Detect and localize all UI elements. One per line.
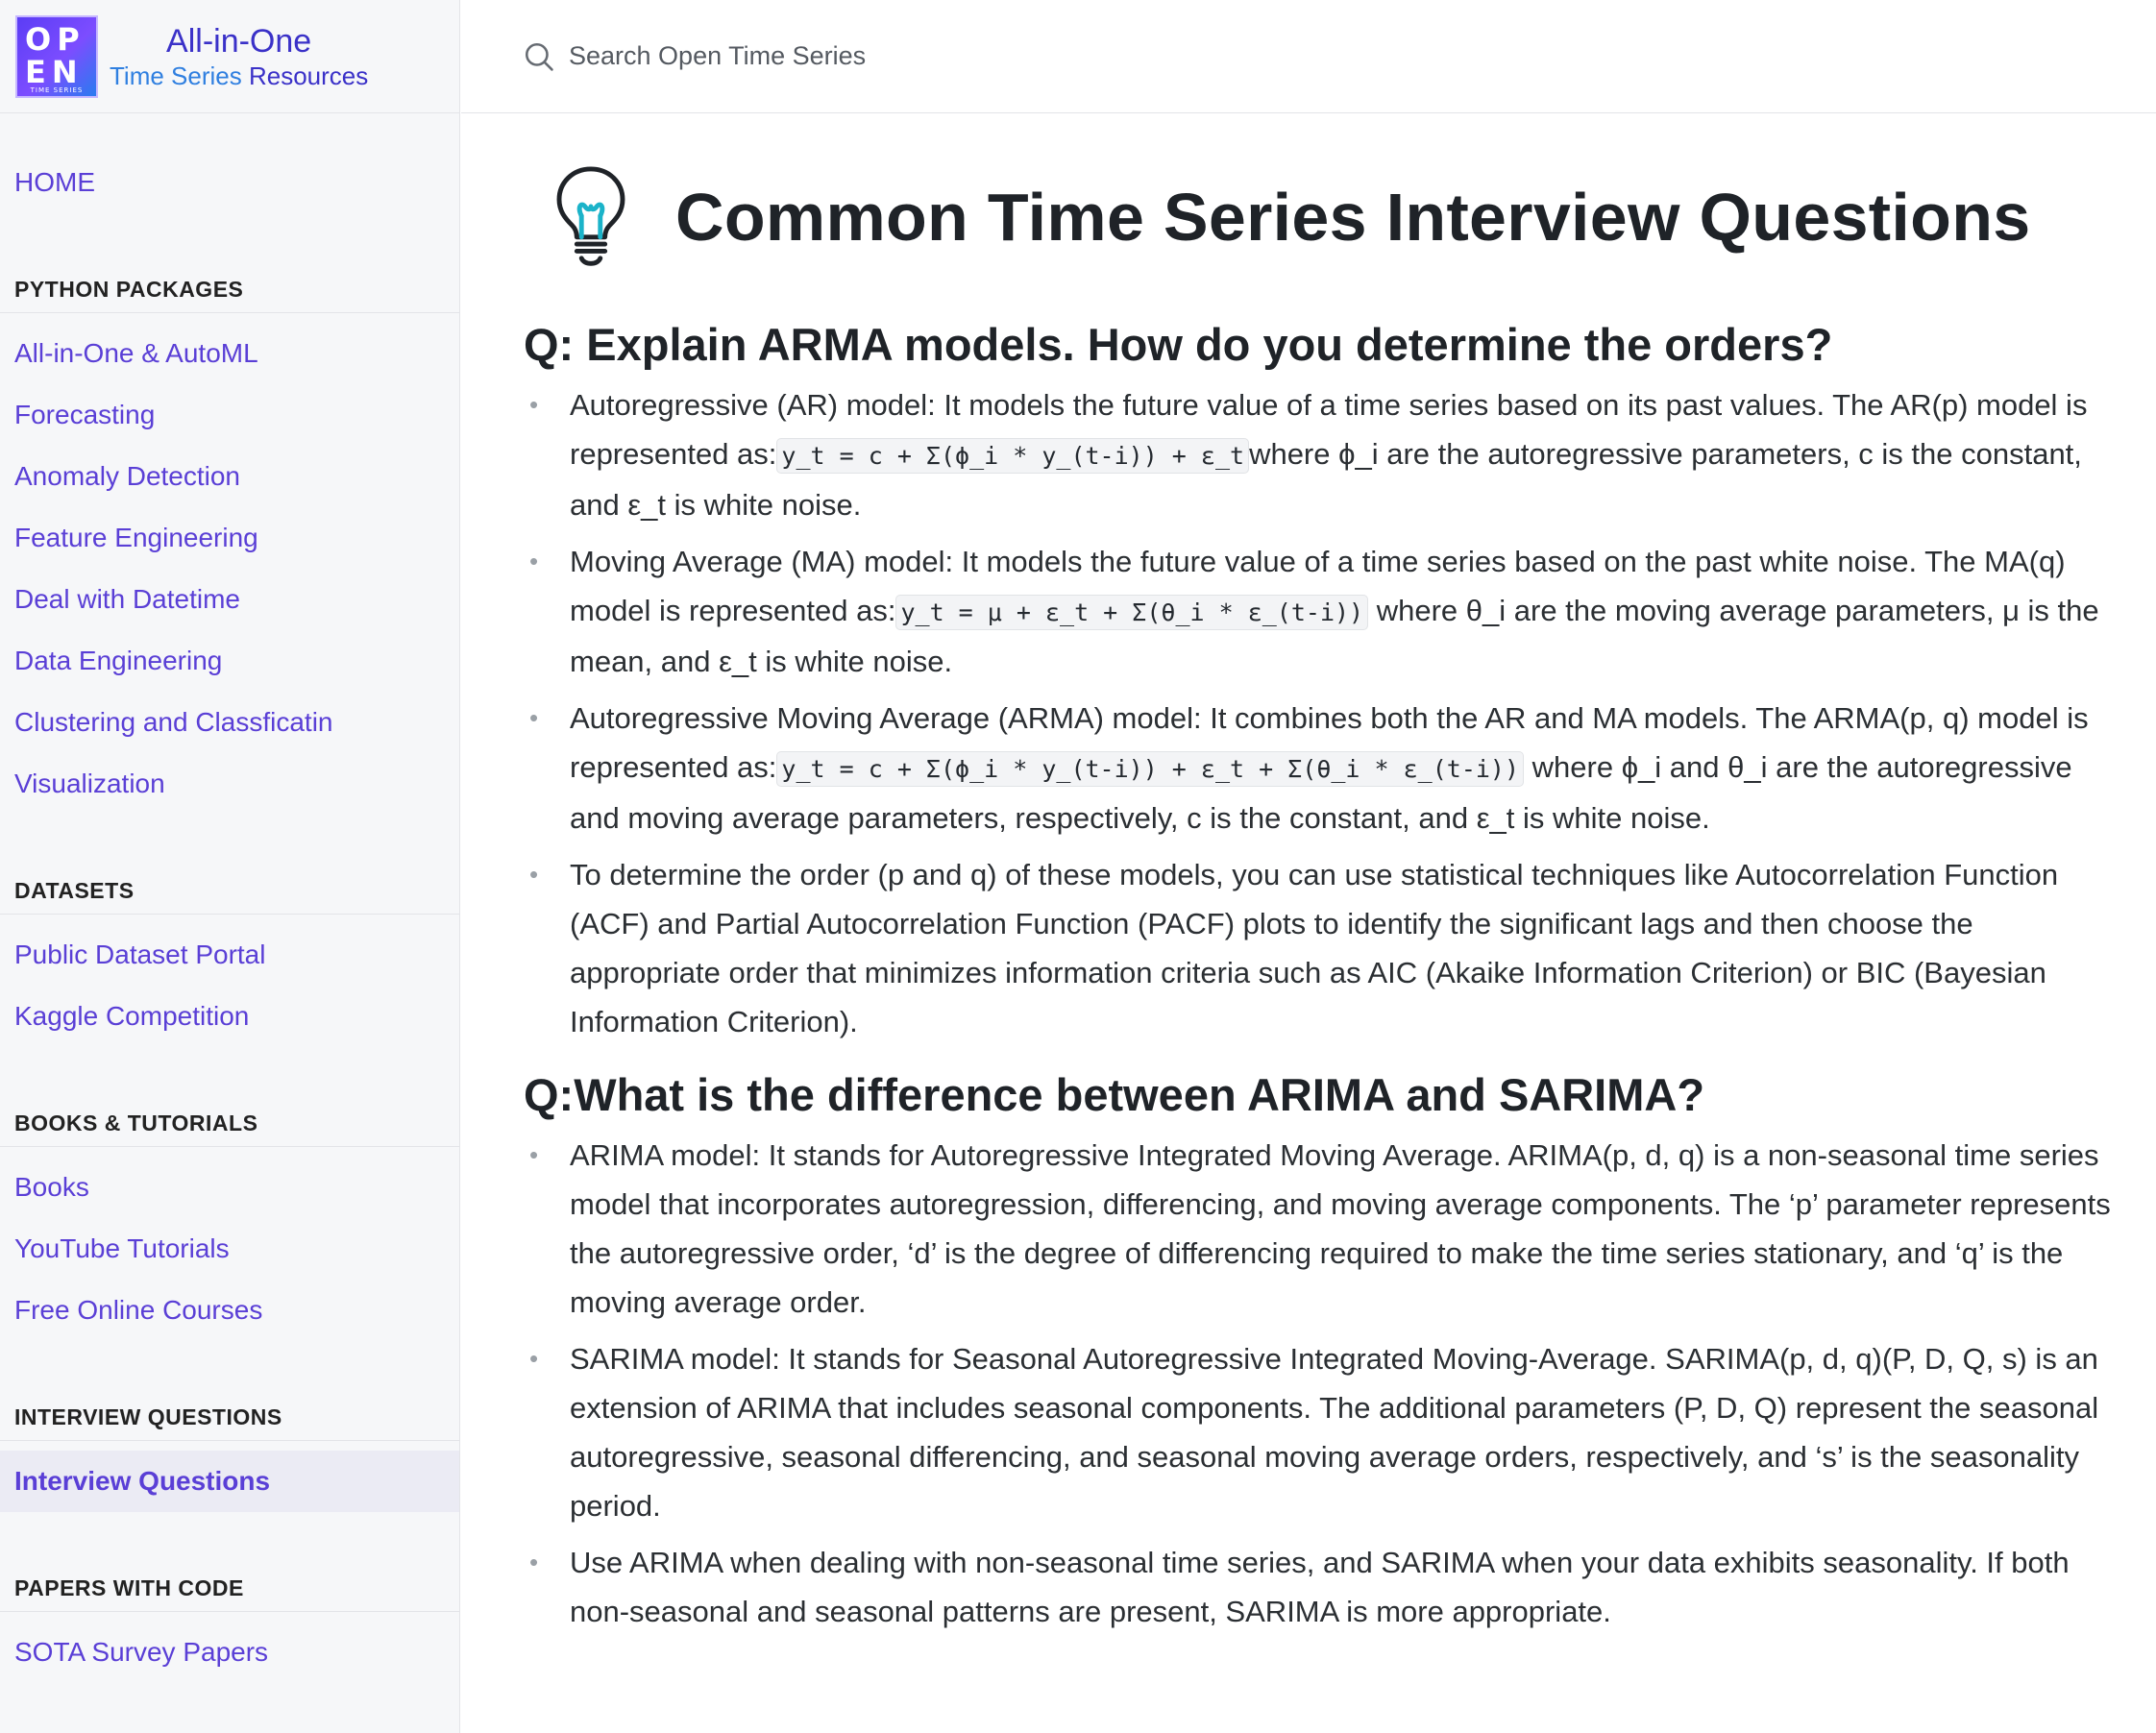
logo-caption: TIME SERIES — [30, 85, 84, 94]
open-logo: OP EN TIME SERIES — [15, 14, 98, 98]
sidebar-item-feature-engineering[interactable]: Feature Engineering — [0, 507, 459, 569]
section-datasets: DATASETS — [0, 847, 459, 915]
answer-list-arima-sarima: ARIMA model: It stands for Autoregressiv… — [524, 1131, 2121, 1636]
section-interview-questions: INTERVIEW QUESTIONS — [0, 1374, 459, 1441]
sidebar-item-home[interactable]: HOME — [0, 152, 459, 213]
sidebar-item-public-dataset-portal[interactable]: Public Dataset Portal — [0, 924, 459, 986]
list-item: To determine the order (p and q) of thes… — [524, 850, 2121, 1046]
logo-row2: EN — [25, 53, 84, 90]
formula-ar: y_t = c + Σ(ϕ_i * y_(t-i)) + ε_t — [776, 438, 1250, 474]
sidebar-item-books[interactable]: Books — [0, 1157, 459, 1218]
brand-title: All-in-One — [166, 22, 312, 60]
page-title: Common Time Series Interview Questions — [675, 179, 2031, 255]
sidebar: OP EN TIME SERIES All-in-One Time Series… — [0, 0, 460, 1733]
sidebar-item-visualization[interactable]: Visualization — [0, 753, 459, 815]
brand-subtitle-rest: Resources — [241, 61, 369, 90]
brand-link[interactable]: OP EN TIME SERIES All-in-One Time Series… — [0, 0, 459, 113]
sidebar-item-interview-questions[interactable]: Interview Questions — [0, 1451, 459, 1512]
sidebar-item-forecasting[interactable]: Forecasting — [0, 384, 459, 446]
brand-text: All-in-One Time Series Resources — [110, 22, 368, 91]
sidebar-nav: HOME PYTHON PACKAGES All-in-One & AutoML… — [0, 113, 459, 1683]
section-papers-with-code: PAPERS WITH CODE — [0, 1545, 459, 1612]
page-title-row: Common Time Series Interview Questions — [524, 113, 2121, 296]
formula-ma: y_t = μ + ε_t + Σ(θ_i * ε_(t-i)) — [895, 595, 1369, 630]
top-bar: Search Open Time Series — [461, 0, 2156, 113]
section-python-packages: PYTHON PACKAGES — [0, 246, 459, 313]
logo-row1: OP — [25, 20, 86, 58]
list-item: Autoregressive (AR) model: It models the… — [524, 380, 2121, 529]
sidebar-item-data-engineering[interactable]: Data Engineering — [0, 630, 459, 692]
sidebar-item-kaggle-competition[interactable]: Kaggle Competition — [0, 986, 459, 1047]
sidebar-item-clustering[interactable]: Clustering and Classficatin — [0, 692, 459, 753]
list-item: ARIMA model: It stands for Autoregressiv… — [524, 1131, 2121, 1327]
sidebar-item-all-in-one-automl[interactable]: All-in-One & AutoML — [0, 323, 459, 384]
formula-arma: y_t = c + Σ(ϕ_i * y_(t-i)) + ε_t + Σ(θ_i… — [776, 751, 1525, 787]
question-heading-arma: Q: Explain ARMA models. How do you deter… — [524, 319, 1833, 370]
lightbulb-icon — [556, 165, 625, 266]
brand-subtitle-highlight: Time Series — [110, 61, 242, 90]
search-input[interactable]: Search Open Time Series — [569, 41, 866, 71]
list-item: Use ARIMA when dealing with non-seasonal… — [524, 1538, 2121, 1636]
list-item: Moving Average (MA) model: It models the… — [524, 537, 2121, 686]
sidebar-item-free-online-courses[interactable]: Free Online Courses — [0, 1280, 459, 1341]
sidebar-item-youtube-tutorials[interactable]: YouTube Tutorials — [0, 1218, 459, 1280]
list-item: Autoregressive Moving Average (ARMA) mod… — [524, 694, 2121, 842]
search-icon[interactable] — [523, 40, 555, 73]
brand-subtitle: Time Series Resources — [110, 61, 368, 91]
answer-list-arma: Autoregressive (AR) model: It models the… — [524, 380, 2121, 1046]
question-heading-arima-sarima: Q:What is the difference between ARIMA a… — [524, 1069, 1705, 1120]
sidebar-item-deal-with-datetime[interactable]: Deal with Datetime — [0, 569, 459, 630]
sidebar-item-sota-survey-papers[interactable]: SOTA Survey Papers — [0, 1622, 459, 1683]
list-item: SARIMA model: It stands for Seasonal Aut… — [524, 1334, 2121, 1530]
sidebar-item-anomaly-detection[interactable]: Anomaly Detection — [0, 446, 459, 507]
main-content: Common Time Series Interview Questions Q… — [461, 113, 2156, 1733]
section-books-tutorials: BOOKS & TUTORIALS — [0, 1080, 459, 1147]
